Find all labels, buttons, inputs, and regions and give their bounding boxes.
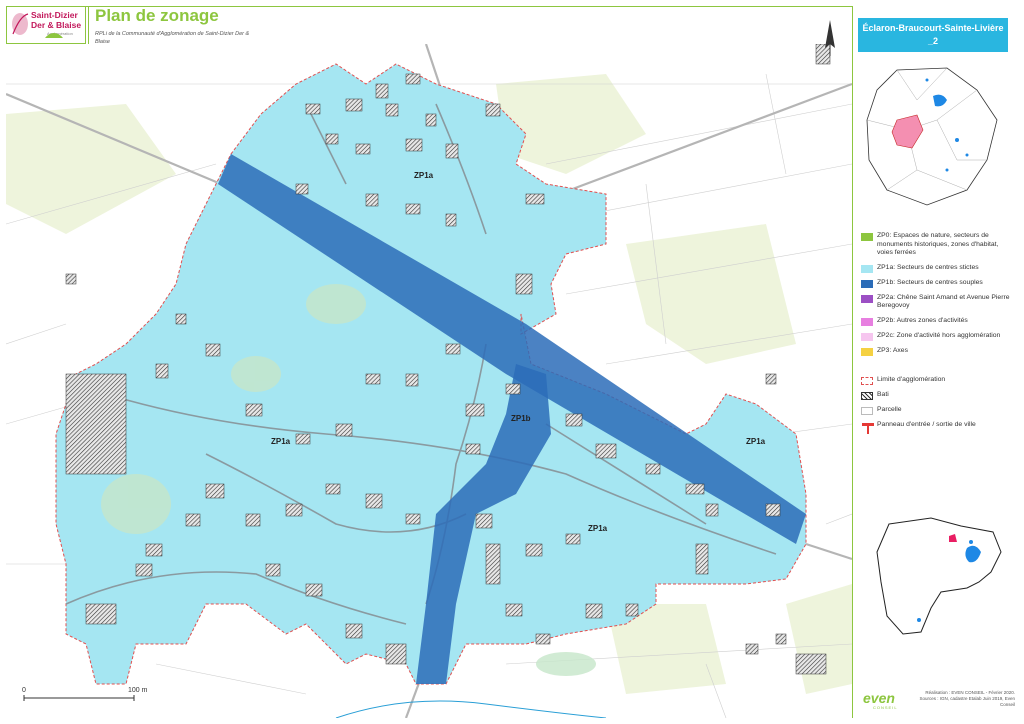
side-panel: Éclaron-Braucourt-Sainte-Livière _2 ZP0:… (852, 6, 1019, 718)
legend-label: Panneau d'entrée / sortie de ville (877, 420, 976, 428)
legend-label: Limite d'agglomération (877, 375, 946, 383)
zone-label-zp1b: ZP1b (511, 414, 531, 423)
logo: Saint-Dizier Der & Blaise Agglomération (6, 6, 86, 44)
legend-swatch (861, 294, 873, 303)
zone-label-zp1a-east: ZP1a (746, 437, 766, 446)
legend-swatch (861, 233, 873, 241)
legend-item-limit: Limite d'agglomération (861, 376, 1016, 385)
header-divider (88, 6, 89, 44)
zoning-map[interactable]: ZP1a ZP1a ZP1a ZP1a ZP1b (6, 44, 852, 718)
legend-label: ZP3: Axes (877, 346, 908, 354)
dashed-outline-icon (861, 376, 873, 385)
scale-bar: 0 100 m (22, 687, 148, 701)
parcel-outline-icon (861, 406, 873, 415)
legend-label: ZP2b: Autres zones d'activités (877, 316, 968, 324)
even-logo: even (863, 690, 895, 706)
car-icon (45, 33, 63, 38)
logo-text-2: Der & Blaise (31, 20, 82, 30)
north-arrow-icon (825, 20, 835, 56)
legend-item-zp2a: ZP2a: Chêne Saint Amand et Avenue Pierre… (861, 294, 1016, 311)
locator-map-epci (876, 517, 1002, 635)
legend-item-zp2c: ZP2c: Zone d'activité hors agglomération (861, 332, 1016, 341)
locator-map (866, 67, 998, 206)
legend-label: ZP1b: Secteurs de centres souples (877, 278, 983, 286)
legend-item-bati: Bati (861, 391, 1016, 400)
map-canvas[interactable]: ZP1a ZP1a ZP1a ZP1a ZP1b (6, 44, 852, 718)
legend-label: ZP2a: Chêne Saint Amand et Avenue Pierre… (877, 293, 1010, 310)
legend-label: ZP0: Espaces de nature, secteurs de monu… (877, 232, 999, 256)
zone-label-zp1a-south: ZP1a (588, 524, 608, 533)
zone-label-zp1a-north: ZP1a (414, 171, 434, 180)
scale-start-label: 0 (22, 687, 26, 694)
legend-swatch (861, 347, 873, 356)
legend-swatch (861, 317, 873, 326)
page-title: Plan de zonage (95, 6, 219, 25)
legend-label: ZP2c: Zone d'activité hors agglomération (877, 331, 1001, 339)
legend-label: Bati (877, 390, 889, 398)
logo-text-1: Saint-Dizier (31, 10, 78, 20)
legend-item-zp1b: ZP1b: Secteurs de centres souples (861, 279, 1016, 288)
commune-title: Éclaron-Braucourt-Sainte-Livière _2 (858, 18, 1008, 52)
legend-label: Parcelle (877, 405, 902, 413)
legend-swatch (861, 332, 873, 341)
legend-swatch (861, 264, 873, 273)
legend-item-zp2b: ZP2b: Autres zones d'activités (861, 317, 1016, 326)
legend-item-zp3: ZP3: Axes (861, 347, 1016, 356)
legend-label: ZP1a: Secteurs de centres stictes (877, 263, 979, 271)
town-sign-icon (862, 422, 874, 434)
legend-swatch (861, 279, 873, 288)
credits-text: Réalisation : EVEN CONSEIL - Février 202… (919, 690, 1015, 707)
logo-leaf-icon (12, 13, 29, 35)
even-logo-sub: CONSEIL (873, 705, 898, 710)
river (335, 700, 607, 718)
zone-label-zp1a-west: ZP1a (271, 437, 291, 446)
hatched-square-icon (861, 391, 873, 400)
legend-item-zp1a: ZP1a: Secteurs de centres stictes (861, 264, 1016, 273)
legend: ZP0: Espaces de nature, secteurs de monu… (861, 232, 1016, 441)
legend-item-parcelle: Parcelle (861, 406, 1016, 415)
scale-end-label: 100 m (128, 687, 148, 694)
legend-item-zp0: ZP0: Espaces de nature, secteurs de monu… (861, 232, 1016, 258)
legend-item-sign: Panneau d'entrée / sortie de ville (861, 421, 1016, 435)
